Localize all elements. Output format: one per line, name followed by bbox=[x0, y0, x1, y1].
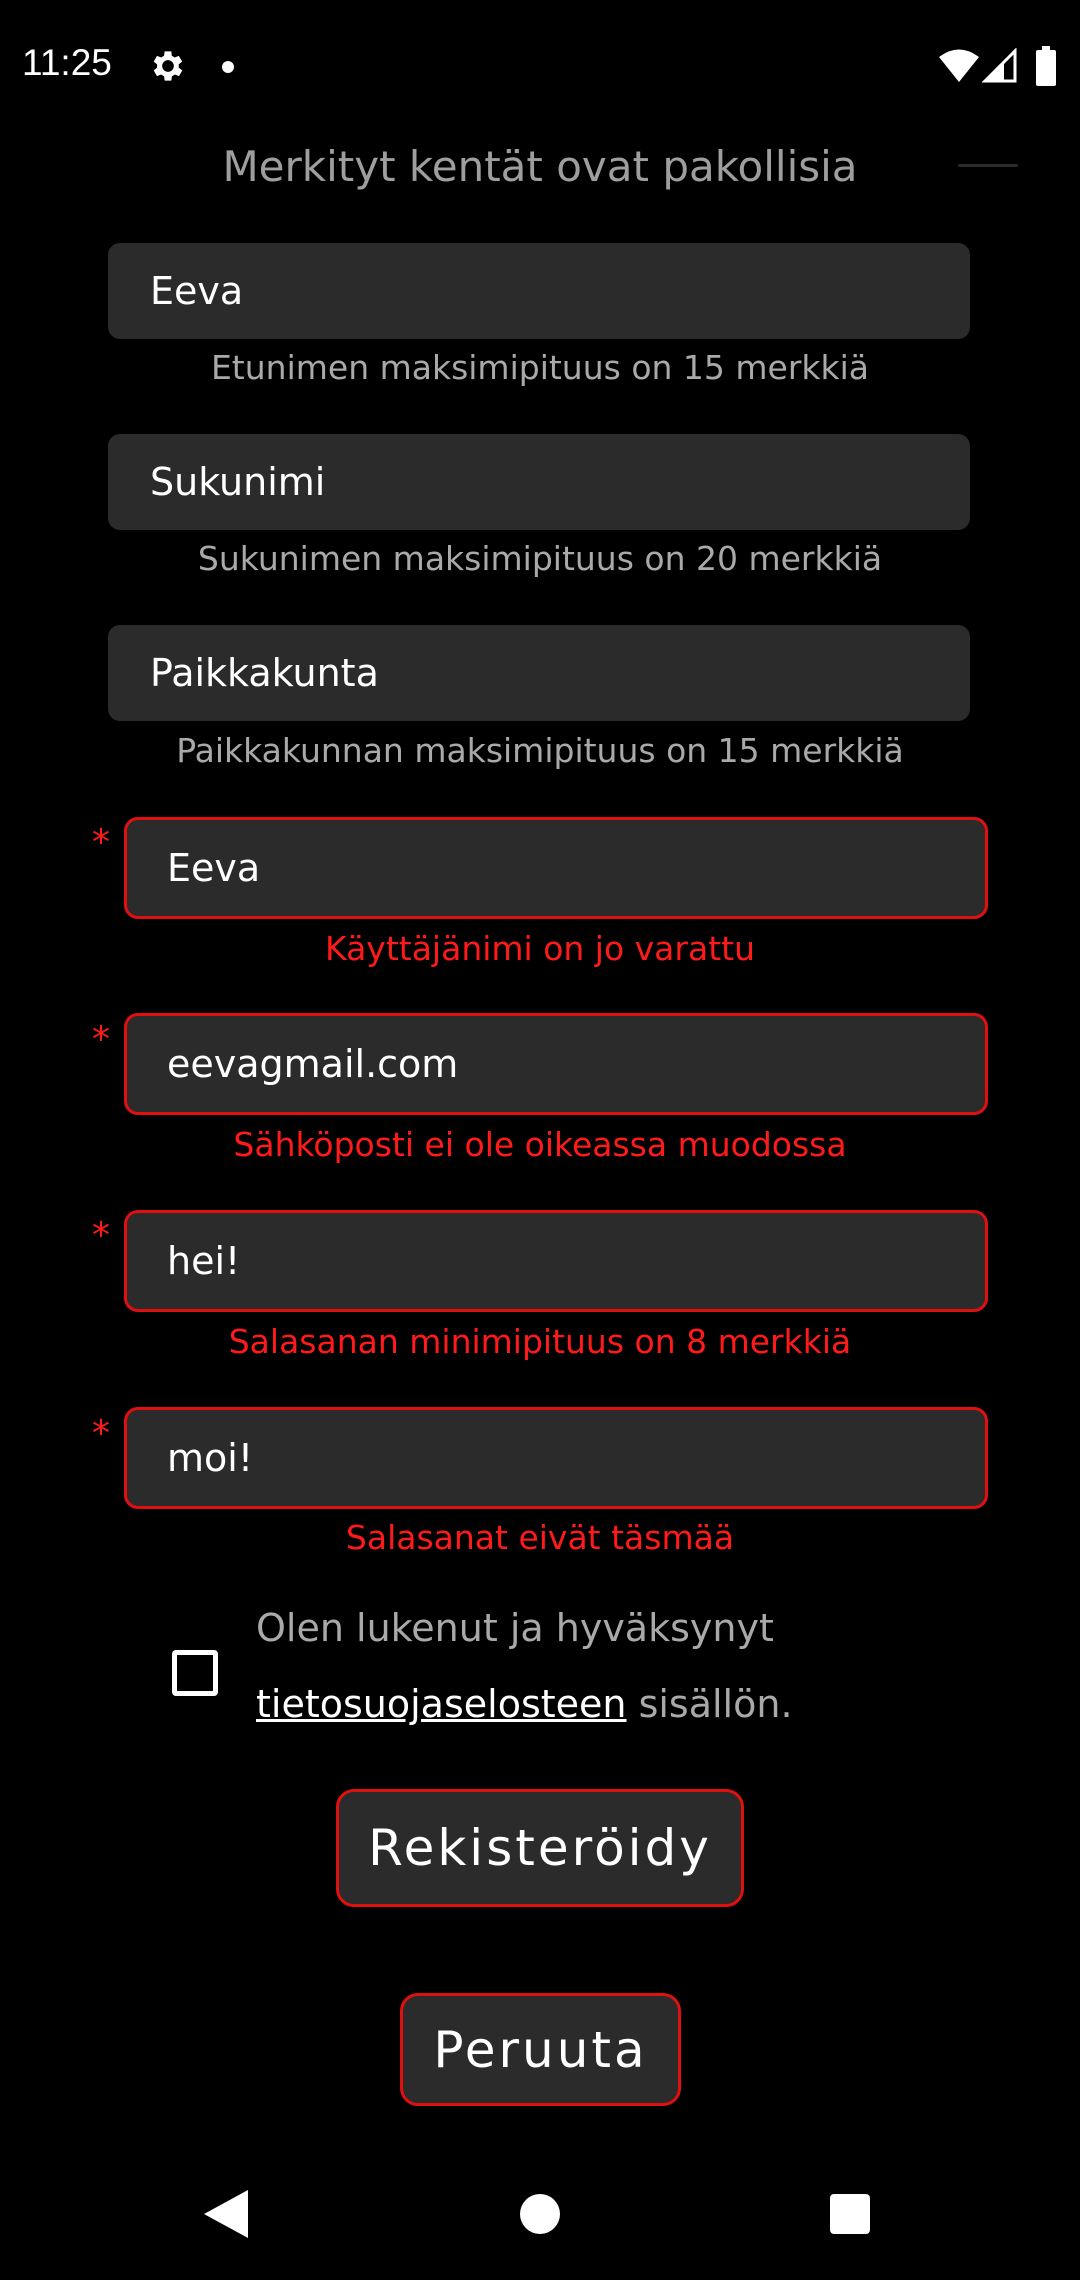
consent-checkbox[interactable] bbox=[172, 1650, 218, 1696]
city-input[interactable]: Paikkakunta bbox=[108, 625, 970, 721]
username-input[interactable]: Eeva bbox=[124, 817, 988, 919]
notification-dot-icon bbox=[222, 61, 234, 73]
last-name-helper: Sukunimen maksimipituus on 20 merkkiä bbox=[197, 539, 883, 578]
home-icon[interactable] bbox=[520, 2194, 560, 2234]
city-helper: Paikkakunnan maksimipituus on 15 merkkiä bbox=[176, 731, 904, 770]
wifi-icon bbox=[939, 49, 979, 82]
username-error: Käyttäjänimi on jo varattu bbox=[325, 929, 755, 968]
required-fields-heading: Merkityt kentät ovat pakollisia bbox=[222, 142, 858, 190]
first-name-helper: Etunimen maksimipituus on 15 merkkiä bbox=[210, 348, 870, 387]
back-icon[interactable] bbox=[204, 2190, 248, 2238]
last-name-input[interactable]: Sukunimi bbox=[108, 434, 970, 530]
password-confirm-input[interactable]: moi! bbox=[124, 1407, 988, 1509]
form-heading-clip: Merkityt kentät ovat pakollisia bbox=[0, 120, 1080, 190]
scroll-shadow bbox=[958, 164, 1018, 167]
cancel-button[interactable]: Peruuta bbox=[400, 1993, 681, 2106]
required-marker: * bbox=[92, 1413, 110, 1454]
recents-icon[interactable] bbox=[830, 2194, 870, 2234]
privacy-policy-link[interactable]: tietosuojaselosteen bbox=[256, 1682, 626, 1726]
register-button[interactable]: Rekisteröidy bbox=[336, 1789, 744, 1907]
password-error: Salasanan minimipituus on 8 merkkiä bbox=[228, 1322, 852, 1361]
required-marker: * bbox=[92, 1019, 110, 1060]
first-name-input[interactable]: Eeva bbox=[108, 243, 970, 339]
email-error: Sähköposti ei ole oikeassa muodossa bbox=[233, 1125, 847, 1164]
consent-text: Olen lukenut ja hyväksynyt bbox=[256, 1606, 774, 1650]
gear-icon bbox=[153, 51, 183, 81]
signal-icon bbox=[982, 48, 1017, 83]
email-input[interactable]: eevagmail.com bbox=[124, 1013, 988, 1115]
battery-icon bbox=[1036, 46, 1056, 86]
status-time: 11:25 bbox=[22, 42, 112, 83]
consent-suffix: sisällön. bbox=[626, 1682, 793, 1726]
password-confirm-error: Salasanat eivät täsmää bbox=[345, 1518, 735, 1557]
password-input[interactable]: hei! bbox=[124, 1210, 988, 1312]
consent-text-line2: tietosuojaselosteen sisällön. bbox=[256, 1682, 793, 1726]
required-marker: * bbox=[92, 822, 110, 863]
required-marker: * bbox=[92, 1215, 110, 1256]
